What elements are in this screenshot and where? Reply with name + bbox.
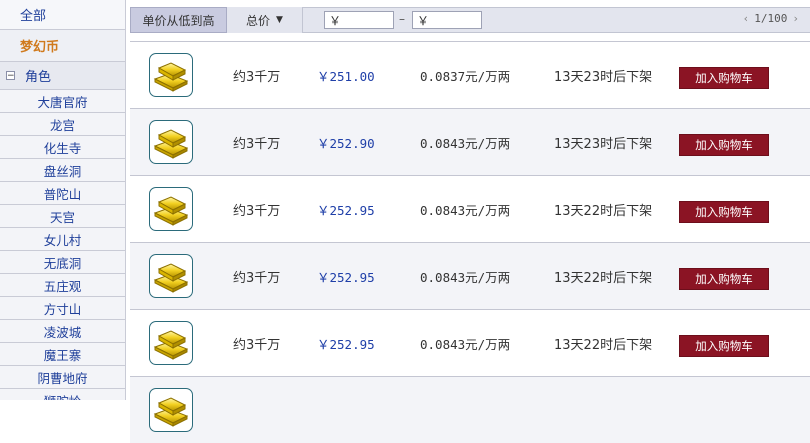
sidebar-subitem-label: 阴曹地府: [37, 370, 88, 386]
sidebar-subitem[interactable]: 女儿村: [0, 228, 125, 251]
sidebar-subitem[interactable]: 盘丝洞: [0, 159, 125, 182]
sidebar-subitem[interactable]: 化生寺: [0, 136, 125, 159]
gold-bars-icon[interactable]: [149, 321, 193, 365]
sort-total-price-button[interactable]: 总价 ▼: [227, 7, 303, 33]
prev-page-icon[interactable]: ‹: [743, 12, 750, 25]
sort-unit-price-button[interactable]: 单价从低到高: [130, 7, 227, 33]
product-row: 约3千万 ￥252.95 0.0843元/万两 13天22时后下架 加入购物车: [130, 309, 810, 376]
sidebar-subitem[interactable]: 狮驼岭: [0, 389, 125, 400]
add-to-cart-button[interactable]: 加入购物车: [679, 67, 769, 89]
sidebar-subitem[interactable]: 无底洞: [0, 251, 125, 274]
sidebar-item-label: 全部: [20, 9, 47, 24]
sidebar-subitem[interactable]: 五庄观: [0, 274, 125, 297]
time-left-text: 13天23时后下架: [554, 137, 653, 152]
amount-text: 约3千万: [233, 137, 281, 152]
product-row: 约3千万 ￥252.90 0.0843元/万两 13天23时后下架 加入购物车: [130, 108, 810, 175]
max-price-input[interactable]: [412, 11, 482, 29]
sidebar-subitem-label: 凌波城: [43, 324, 82, 340]
product-row: 约3千万 ￥252.95 0.0843元/万两 13天22时后下架 加入购物车: [130, 242, 810, 309]
sidebar-subitem-label: 天宫: [49, 209, 75, 225]
price-text: ￥251.00: [317, 69, 375, 84]
product-row: [130, 376, 810, 443]
product-list: 约3千万 ￥251.00 0.0837元/万两 13天23时后下架 加入购物车 …: [130, 41, 810, 443]
amount-text: 约3千万: [233, 70, 281, 85]
time-left-text: 13天22时后下架: [554, 204, 653, 219]
add-to-cart-button[interactable]: 加入购物车: [679, 134, 769, 156]
sidebar-item-label: 角色: [25, 70, 52, 85]
sidebar-subitem-label: 盘丝洞: [43, 163, 82, 179]
page-indicator: 1/100: [754, 12, 788, 25]
sidebar-subitem[interactable]: 魔王寨: [0, 343, 125, 366]
time-left-text: 13天23时后下架: [554, 70, 653, 85]
sidebar-subitem-label: 方寸山: [43, 301, 82, 317]
price-text: ￥252.95: [317, 203, 375, 218]
gold-bars-icon[interactable]: [149, 120, 193, 164]
time-left-text: 13天22时后下架: [554, 271, 653, 286]
sidebar-item-role[interactable]: − 角色: [0, 62, 125, 90]
price-text: ￥252.95: [317, 337, 375, 352]
amount-text: 约3千万: [233, 338, 281, 353]
gold-bars-icon[interactable]: [149, 254, 193, 298]
unit-price-text: 0.0843元/万两: [420, 270, 511, 285]
sidebar-subitem[interactable]: 凌波城: [0, 320, 125, 343]
amount-text: 约3千万: [233, 204, 281, 219]
gold-bars-icon[interactable]: [149, 53, 193, 97]
sort-total-price-label: 总价: [246, 13, 271, 28]
collapse-icon[interactable]: −: [6, 71, 15, 81]
sidebar-subitem-label: 化生寺: [43, 140, 82, 156]
sort-unit-price-label: 单价从低到高: [142, 13, 215, 28]
sidebar-item-label: 梦幻币: [20, 40, 60, 55]
unit-price-text: 0.0843元/万两: [420, 136, 511, 151]
add-to-cart-button[interactable]: 加入购物车: [679, 335, 769, 357]
filter-bar: 单价从低到高 总价 ▼ – ‹ 1/100 ›: [130, 7, 810, 33]
add-to-cart-button[interactable]: 加入购物车: [679, 268, 769, 290]
pagination: ‹ 1/100 ›: [738, 12, 804, 25]
sidebar-subitem[interactable]: 大唐官府: [0, 90, 125, 113]
sidebar-subitem-label: 龙宫: [49, 117, 75, 133]
category-sidebar: 全部 梦幻币 − 角色 大唐官府 龙宫 化生寺 盘丝洞 普陀山 天宫 女儿村 无…: [0, 0, 126, 400]
sidebar-subitem-label: 五庄观: [43, 278, 82, 294]
price-text: ￥252.90: [317, 136, 375, 151]
sidebar-item-coin[interactable]: 梦幻币: [0, 30, 125, 62]
product-row: 约3千万 ￥252.95 0.0843元/万两 13天22时后下架 加入购物车: [130, 175, 810, 242]
unit-price-text: 0.0837元/万两: [420, 69, 511, 84]
sidebar-subitem-label: 无底洞: [43, 255, 82, 271]
sidebar-subitem[interactable]: 龙宫: [0, 113, 125, 136]
amount-text: 约3千万: [233, 271, 281, 286]
sidebar-subitem[interactable]: 方寸山: [0, 297, 125, 320]
add-to-cart-button[interactable]: 加入购物车: [679, 201, 769, 223]
unit-price-text: 0.0843元/万两: [420, 337, 511, 352]
next-page-icon[interactable]: ›: [792, 12, 799, 25]
sidebar-subitem-label: 大唐官府: [37, 94, 88, 110]
unit-price-text: 0.0843元/万两: [420, 203, 511, 218]
sidebar-subitem-label: 魔王寨: [43, 347, 82, 363]
sidebar-subitem-label: 普陀山: [43, 186, 82, 202]
price-text: ￥252.95: [317, 270, 375, 285]
gold-bars-icon[interactable]: [149, 187, 193, 231]
sidebar-subitem[interactable]: 普陀山: [0, 182, 125, 205]
gold-bars-icon[interactable]: [149, 388, 193, 432]
price-range-dash: –: [399, 12, 405, 26]
sidebar-subitem[interactable]: 阴曹地府: [0, 366, 125, 389]
sidebar-item-all[interactable]: 全部: [0, 0, 125, 30]
sidebar-subitem-label: 女儿村: [43, 232, 82, 248]
sidebar-subitem[interactable]: 天宫: [0, 205, 125, 228]
min-price-input[interactable]: [324, 11, 394, 29]
sidebar-subitem-label: 狮驼岭: [44, 391, 82, 401]
time-left-text: 13天22时后下架: [554, 338, 653, 353]
product-row: 约3千万 ￥251.00 0.0837元/万两 13天23时后下架 加入购物车: [130, 41, 810, 108]
chevron-down-icon: ▼: [276, 15, 283, 25]
